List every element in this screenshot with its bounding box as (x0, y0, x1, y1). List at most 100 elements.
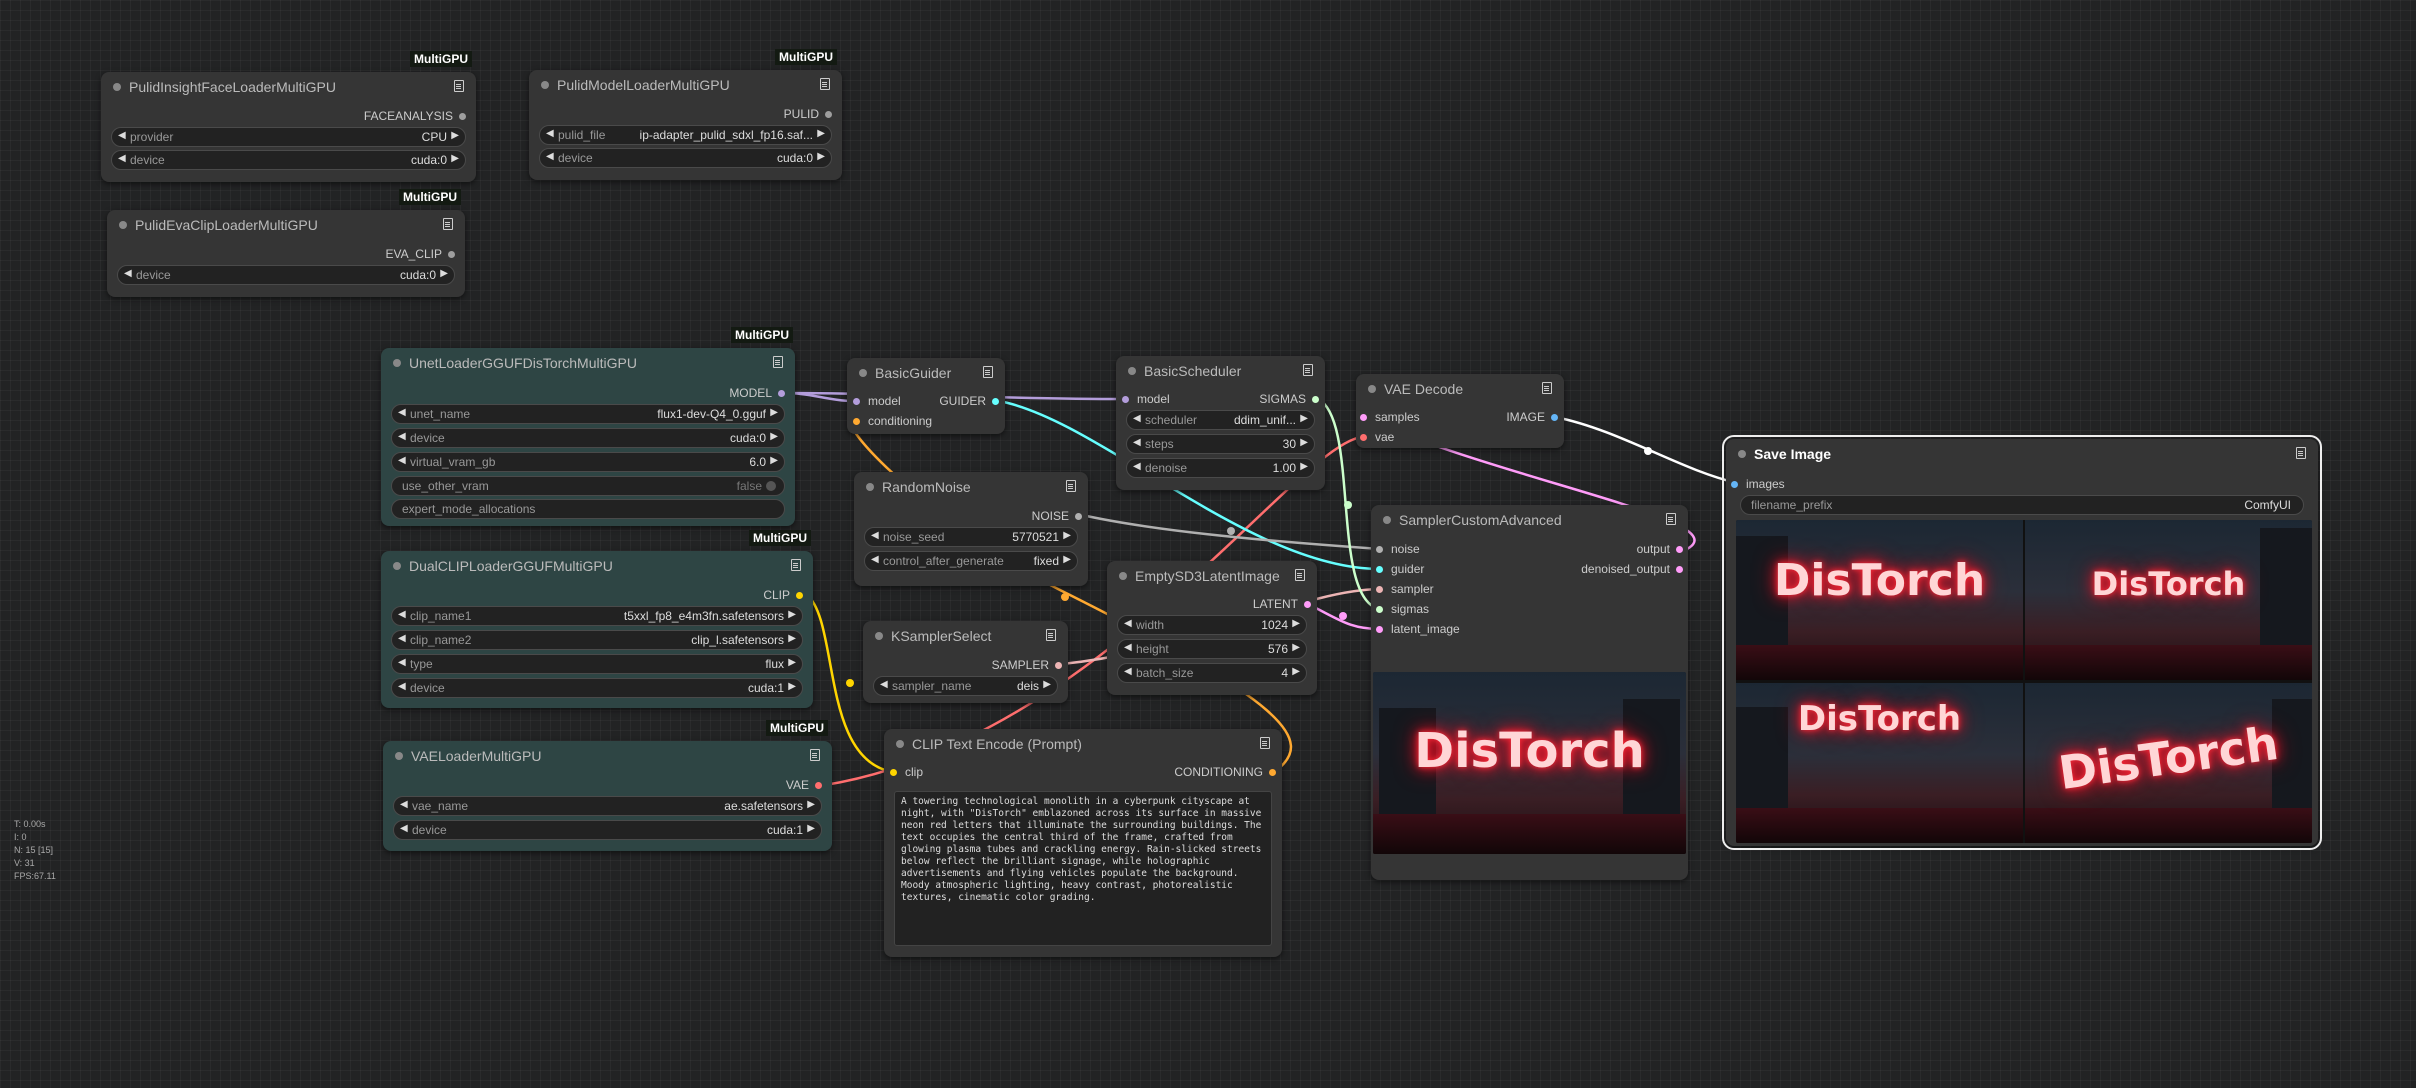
input-slot-model[interactable]: model (853, 394, 901, 408)
document-icon[interactable] (1260, 737, 1270, 749)
widget-clip-name2[interactable]: ◀ clip_name2 clip_l.safetensors ▶ (391, 630, 803, 650)
widget-device[interactable]: ◀ device cuda:1 ▶ (391, 678, 803, 698)
collapse-dot[interactable] (119, 221, 127, 229)
document-icon[interactable] (2296, 447, 2306, 459)
widget-device[interactable]: ◀ device cuda:0 ▶ (539, 148, 832, 168)
node-pulid-model-loader[interactable]: PulidModelLoaderMultiGPU PULID ◀ pulid_fi… (529, 70, 842, 180)
input-slot-sigmas[interactable]: sigmas (1376, 602, 1429, 616)
document-icon[interactable] (810, 749, 820, 761)
output-slot-image[interactable]: IMAGE (1506, 410, 1558, 424)
node-random-noise[interactable]: RandomNoise NOISE ◀ noise_seed 5770521 ▶ ◀ c… (854, 472, 1088, 586)
collapse-dot[interactable] (1738, 450, 1746, 458)
node-dual-clip-loader[interactable]: DualCLIPLoaderGGUFMultiGPU CLIP ◀ clip_na… (381, 551, 813, 708)
widget-batch-size[interactable]: ◀ batch_size 4 ▶ (1117, 663, 1307, 683)
widget-noise-seed[interactable]: ◀ noise_seed 5770521 ▶ (864, 527, 1078, 547)
collapse-dot[interactable] (866, 483, 874, 491)
collapse-dot[interactable] (1383, 516, 1391, 524)
widget-clip-name1[interactable]: ◀ clip_name1 t5xxl_fp8_e4m3fn.safetensors ▶ (391, 606, 803, 626)
output-slot[interactable]: EVA_CLIP (386, 247, 455, 261)
input-slot-sampler[interactable]: sampler (1376, 582, 1434, 596)
widget-unet-name[interactable]: ◀ unet_name flux1-dev-Q4_0.gguf ▶ (391, 404, 785, 424)
widget-steps[interactable]: ◀ steps 30 ▶ (1126, 434, 1315, 454)
node-pulid-eva-clip-loader[interactable]: PulidEvaClipLoaderMultiGPU EVA_CLIP ◀ dev… (107, 210, 465, 297)
widget-width[interactable]: ◀ width 1024 ▶ (1117, 615, 1307, 635)
document-icon[interactable] (1666, 513, 1676, 525)
output-slot-sampler[interactable]: SAMPLER (992, 658, 1062, 672)
document-icon[interactable] (1542, 382, 1552, 394)
node-vae-decode[interactable]: VAE Decode samples IMAGE vae (1356, 374, 1564, 448)
preview-neon-text: DisTorch (1414, 722, 1645, 779)
document-icon[interactable] (773, 356, 783, 368)
collapse-dot[interactable] (859, 369, 867, 377)
widget-scheduler[interactable]: ◀ scheduler ddim_unif... ▶ (1126, 410, 1315, 430)
widget-sampler-name[interactable]: ◀ sampler_name deis ▶ (873, 676, 1058, 696)
input-slot-samples[interactable]: samples (1360, 410, 1420, 424)
widget-device[interactable]: ◀ device cuda:0 ▶ (391, 428, 785, 448)
collapse-dot[interactable] (1128, 367, 1136, 375)
output-slot-vae[interactable]: VAE (786, 778, 822, 792)
document-icon[interactable] (983, 366, 993, 378)
input-slot-images[interactable]: images (1731, 477, 1785, 491)
field-expert-mode-allocations[interactable]: expert_mode_allocations (391, 499, 785, 519)
toggle-use-other-vram[interactable]: use_other_vram false (391, 476, 785, 496)
output-slot-clip[interactable]: CLIP (763, 588, 803, 602)
document-icon[interactable] (1046, 629, 1056, 641)
widget-vae-name[interactable]: ◀ vae_name ae.safetensors ▶ (393, 796, 822, 816)
document-icon[interactable] (820, 78, 830, 90)
output-slot-guider[interactable]: GUIDER (939, 394, 999, 408)
output-slot-output[interactable]: output (1637, 542, 1683, 556)
document-icon[interactable] (791, 559, 801, 571)
widget-virtual-vram-gb[interactable]: ◀ virtual_vram_gb 6.0 ▶ (391, 452, 785, 472)
node-basic-guider[interactable]: BasicGuider model GUIDER conditioning (847, 358, 1005, 434)
widget-denoise[interactable]: ◀ denoise 1.00 ▶ (1126, 458, 1315, 478)
collapse-dot[interactable] (393, 359, 401, 367)
collapse-dot[interactable] (1119, 572, 1127, 580)
widget-device[interactable]: ◀ device cuda:1 ▶ (393, 820, 822, 840)
output-slot-noise[interactable]: NOISE (1032, 509, 1082, 523)
input-slot-conditioning[interactable]: conditioning (853, 414, 932, 428)
node-unet-loader[interactable]: UnetLoaderGGUFDisTorchMultiGPU MODEL ◀ un… (381, 348, 795, 526)
node-sampler-custom-advanced[interactable]: SamplerCustomAdvanced noise guider sampl… (1371, 505, 1688, 880)
node-vae-loader[interactable]: VAELoaderMultiGPU VAE ◀ vae_name ae.safete… (383, 741, 832, 851)
collapse-dot[interactable] (1368, 385, 1376, 393)
input-slot-latent-image[interactable]: latent_image (1376, 622, 1460, 636)
input-slot-noise[interactable]: noise (1376, 542, 1420, 556)
widget-pulid-file[interactable]: ◀ pulid_file ip-adapter_pulid_sdxl_fp16.sa… (539, 125, 832, 145)
output-slot-model[interactable]: MODEL (729, 386, 785, 400)
node-basic-scheduler[interactable]: BasicScheduler model SIGMAS ◀ scheduler dd… (1116, 356, 1325, 490)
node-pulid-insight-face-loader[interactable]: PulidInsightFaceLoaderMultiGPU FACEANALY… (101, 72, 476, 182)
input-slot-vae[interactable]: vae (1360, 430, 1394, 444)
output-slot-denoised-output[interactable]: denoised_output (1581, 562, 1683, 576)
collapse-dot[interactable] (541, 81, 549, 89)
widget-height[interactable]: ◀ height 576 ▶ (1117, 639, 1307, 659)
collapse-dot[interactable] (395, 752, 403, 760)
document-icon[interactable] (1303, 364, 1313, 376)
node-clip-text-encode[interactable]: CLIP Text Encode (Prompt) clip CONDITION… (884, 729, 1282, 957)
output-slot[interactable]: FACEANALYSIS (364, 109, 466, 123)
input-slot-guider[interactable]: guider (1376, 562, 1424, 576)
widget-filename-prefix[interactable]: filename_prefix ComfyUI (1740, 495, 2304, 515)
output-slot-conditioning[interactable]: CONDITIONING (1174, 765, 1276, 779)
prompt-textarea[interactable]: A towering technological monolith in a c… (894, 791, 1272, 946)
widget-provider[interactable]: ◀ provider CPU ▶ (111, 127, 466, 147)
document-icon[interactable] (1066, 480, 1076, 492)
output-slot-latent[interactable]: LATENT (1253, 597, 1311, 611)
output-slot[interactable]: PULID (784, 107, 832, 121)
widget-device[interactable]: ◀ device cuda:0 ▶ (117, 265, 455, 285)
output-slot-sigmas[interactable]: SIGMAS (1259, 392, 1319, 406)
collapse-dot[interactable] (896, 740, 904, 748)
collapse-dot[interactable] (875, 632, 883, 640)
widget-type[interactable]: ◀ type flux ▶ (391, 654, 803, 674)
document-icon[interactable] (1295, 569, 1305, 581)
document-icon[interactable] (454, 80, 464, 92)
node-ksampler-select[interactable]: KSamplerSelect SAMPLER ◀ sampler_name deis… (863, 621, 1068, 703)
collapse-dot[interactable] (113, 83, 121, 91)
input-slot-model[interactable]: model (1122, 392, 1170, 406)
input-slot-clip[interactable]: clip (890, 765, 923, 779)
widget-control-after-generate[interactable]: ◀ control_after_generate fixed ▶ (864, 551, 1078, 571)
node-empty-sd3-latent-image[interactable]: EmptySD3LatentImage LATENT ◀ width 1024 ▶ ◀… (1107, 561, 1317, 695)
node-save-image[interactable]: Save Image images filename_prefix ComfyUI… (1722, 435, 2322, 850)
document-icon[interactable] (443, 218, 453, 230)
widget-device[interactable]: ◀ device cuda:0 ▶ (111, 150, 466, 170)
collapse-dot[interactable] (393, 562, 401, 570)
